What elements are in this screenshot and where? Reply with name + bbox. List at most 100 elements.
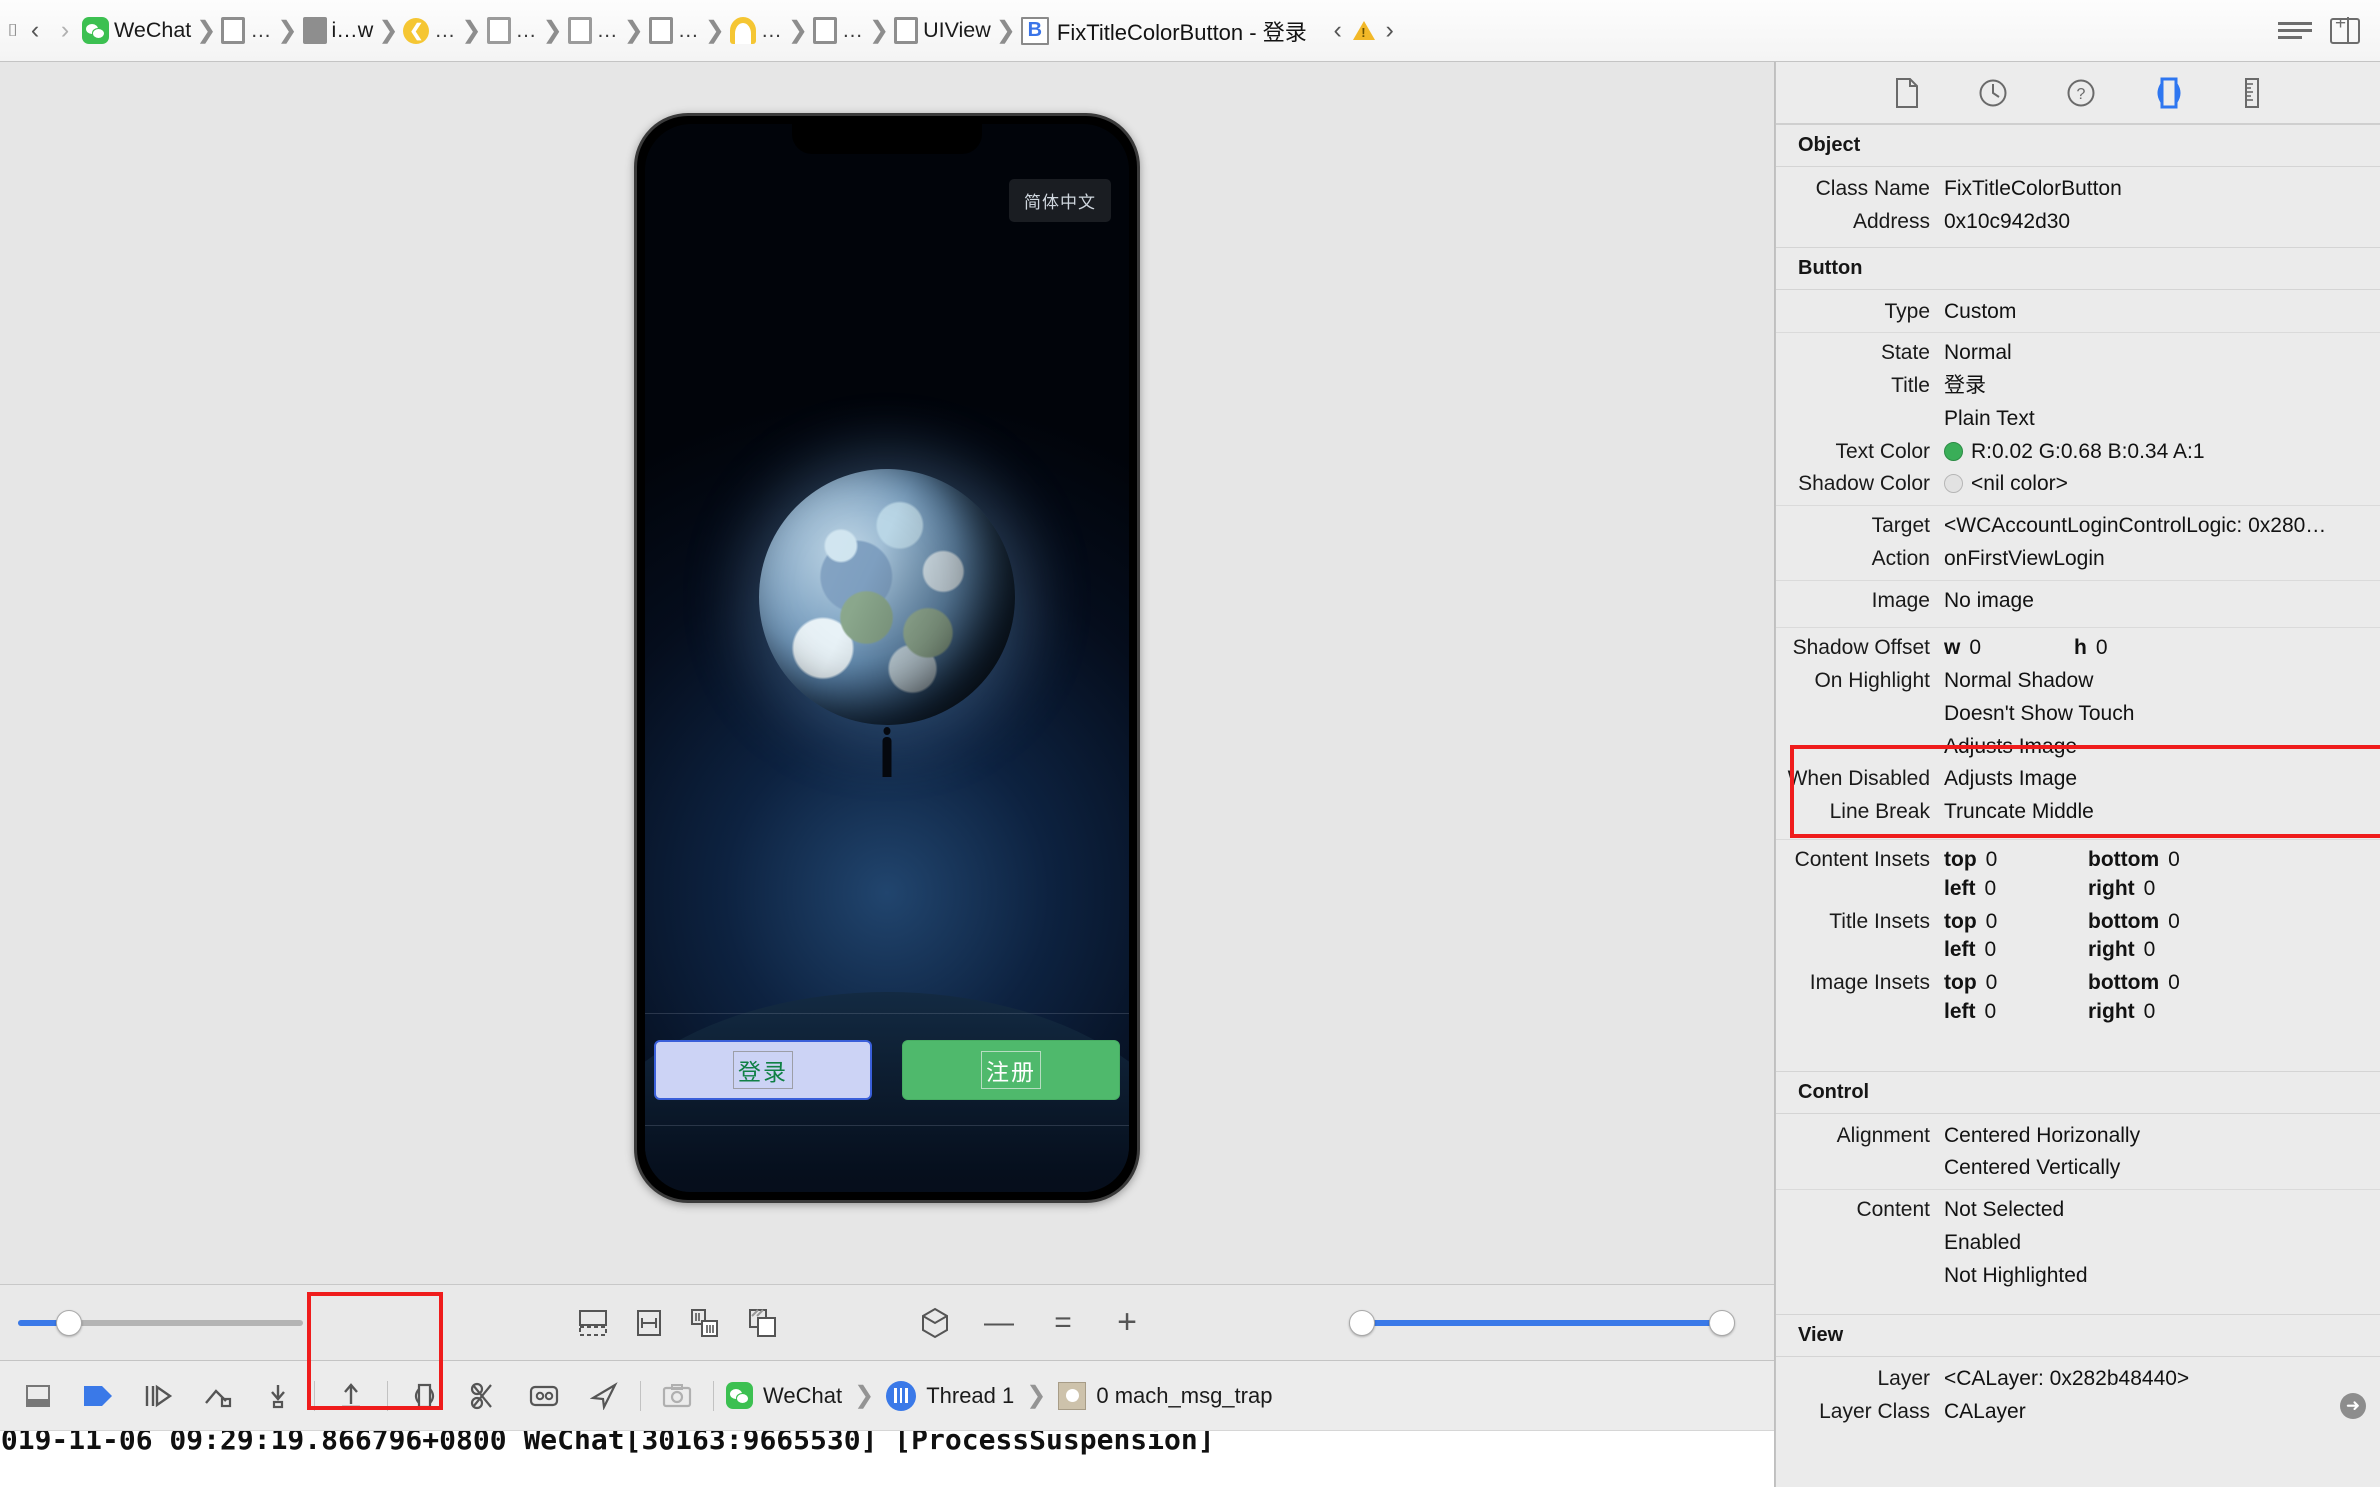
row-value[interactable]: Adjusts Image [1944,735,2380,760]
shadow-offset-w-value[interactable]: 0 [1969,636,1981,659]
screenshot-icon[interactable] [647,1383,707,1409]
row-value[interactable]: <WCAccountLoginControlLogic: 0x280… [1944,514,2380,539]
row-value[interactable]: Centered Vertically [1944,1156,2380,1181]
row-value[interactable]: Custom [1944,300,2380,325]
warning-triangle-icon[interactable] [1352,21,1375,40]
breadcrumb-item-1[interactable]: … [219,17,274,44]
row-value[interactable]: No image [1944,589,2380,614]
breadcrumb-separator: ❯ [542,17,563,44]
row-value[interactable]: Normal [1944,341,2380,366]
row-value[interactable]: Adjusts Image [1944,767,2380,792]
step-out-icon[interactable] [248,1383,308,1409]
arrow-right-circle-icon[interactable]: ➜ [2340,1392,2366,1419]
inset-top-label: top [1944,848,1977,872]
inset-right-value[interactable]: 0 [2144,938,2156,963]
debug-frame-label[interactable]: 0 mach_msg_trap [1096,1383,1272,1409]
console-output[interactable]: 2019-11-06 09:29:19.866796+0800 WeChat[3… [0,1430,1774,1487]
show-hide-view-icon[interactable] [748,1308,778,1338]
zoom-in-button[interactable]: + [1112,1305,1142,1339]
location-arrow-icon[interactable] [574,1381,634,1410]
row-value[interactable]: Centered Horizonally [1944,1124,2380,1149]
document-icon[interactable] [1894,77,1920,109]
debug-thread-label[interactable]: Thread 1 [926,1383,1014,1409]
row-value[interactable]: Plain Text [1944,407,2380,432]
breadcrumb-item-4[interactable]: … [485,17,540,44]
inset-top-value[interactable]: 0 [1986,848,1998,873]
device-login-button[interactable]: 登录 [654,1040,872,1100]
row-value[interactable]: Not Highlighted [1944,1264,2380,1289]
debug-process-label[interactable]: WeChat [763,1383,842,1409]
device-register-button[interactable]: 注册 [902,1040,1120,1100]
adjust-view-mode-icon[interactable] [690,1308,720,1338]
step-into-icon[interactable] [188,1383,248,1409]
zoom-actual-size-button[interactable]: = [1048,1306,1078,1340]
simulate-location-icon[interactable] [514,1382,574,1410]
device-button-row: 登录 注册 [645,1040,1129,1100]
orient-3d-icon[interactable] [920,1307,950,1339]
breadcrumb-item-5[interactable]: … [566,17,621,44]
environment-overrides-icon[interactable] [454,1382,514,1410]
inset-bottom-value[interactable]: 0 [2168,910,2180,935]
row-value[interactable]: Enabled [1944,1231,2380,1256]
breadcrumb-label: WeChat [114,18,192,42]
clock-icon[interactable] [1978,78,2008,108]
forward-button[interactable]: › [50,18,80,43]
inset-top-value[interactable]: 0 [1986,971,1998,996]
inset-left-label: left [1944,938,1976,962]
section-header-object: Object [1776,124,2380,167]
previous-issue-button[interactable]: ‹ [1323,18,1353,43]
debug-bar: WeChat ❯ Thread 1 ❯ 0 mach_msg_trap [0,1360,1774,1430]
breadcrumb-item-wechat[interactable]: WeChat [80,17,193,44]
inspector-tab-bar: ? [1776,62,2380,124]
shadow-offset-h-value[interactable]: 0 [2096,636,2108,659]
zoom-slider[interactable] [1349,1309,1735,1336]
continue-icon[interactable] [68,1383,128,1409]
breadcrumb-item-2[interactable]: i…w [301,17,376,44]
zoom-out-button[interactable]: — [984,1306,1014,1340]
debug-breadcrumb: WeChat ❯ Thread 1 ❯ 0 mach_msg_trap [726,1380,1272,1411]
breadcrumb-label: … [250,18,273,42]
row-value[interactable]: 登录 [1944,374,2380,399]
thread-icon [886,1380,917,1411]
breadcrumb-item-uiview[interactable]: UIView [892,17,993,44]
row-value[interactable]: onFirstViewLogin [1944,547,2380,572]
view-spacing-slider[interactable] [18,1309,303,1336]
step-over-icon[interactable] [128,1383,188,1409]
breadcrumb-item-7[interactable]: … [728,17,785,44]
object-icon[interactable] [2154,77,2184,109]
inset-bottom-value[interactable]: 0 [2168,971,2180,996]
inset-bottom-value[interactable]: 0 [2168,848,2180,873]
language-button[interactable]: 简体中文 [1009,179,1111,222]
row-value[interactable]: Normal Shadow [1944,669,2380,694]
breadcrumb-item-selected[interactable]: B FixTitleColorButton - 登录 [1019,15,1309,47]
show-constraints-icon[interactable] [636,1309,662,1337]
breadcrumb-item-3[interactable]: ❮ … [401,17,458,44]
row-value[interactable]: CALayer [1944,1400,2380,1425]
breadcrumb-item-8[interactable]: … [811,17,866,44]
inset-right-value[interactable]: 0 [2144,877,2156,902]
show-clipped-content-icon[interactable] [578,1309,608,1337]
ruler-icon[interactable] [2242,77,2262,109]
view-debugger-canvas[interactable]: 简体中文 登录 注册 [0,62,1774,1284]
row-label: Target [1871,514,1930,538]
inset-top-value[interactable]: 0 [1986,910,1998,935]
hide-debug-area-icon[interactable] [8,1384,68,1408]
inset-right-value[interactable]: 0 [2144,1000,2156,1025]
row-value[interactable]: FixTitleColorButton [1944,177,2380,202]
section-header-button: Button [1776,246,2380,290]
next-issue-button[interactable]: › [1375,18,1405,43]
question-icon[interactable]: ? [2066,78,2096,108]
add-editor-icon[interactable] [2330,13,2360,44]
row-value[interactable]: <CALayer: 0x282b48440> [1944,1367,2380,1392]
back-button[interactable]: ‹ [20,18,50,43]
row-value[interactable]: Not Selected [1944,1198,2380,1223]
inset-left-value[interactable]: 0 [1985,877,1997,902]
lines-icon[interactable] [2278,22,2312,39]
canvas-toolbar: — = + [0,1284,1774,1410]
row-value[interactable]: Truncate Middle [1944,800,2380,825]
row-value[interactable]: 0x10c942d30 [1944,210,2380,235]
inset-left-value[interactable]: 0 [1985,1000,1997,1025]
row-value[interactable]: Doesn't Show Touch [1944,702,2380,727]
breadcrumb-item-6[interactable]: … [647,17,702,44]
inset-left-value[interactable]: 0 [1985,938,1997,963]
